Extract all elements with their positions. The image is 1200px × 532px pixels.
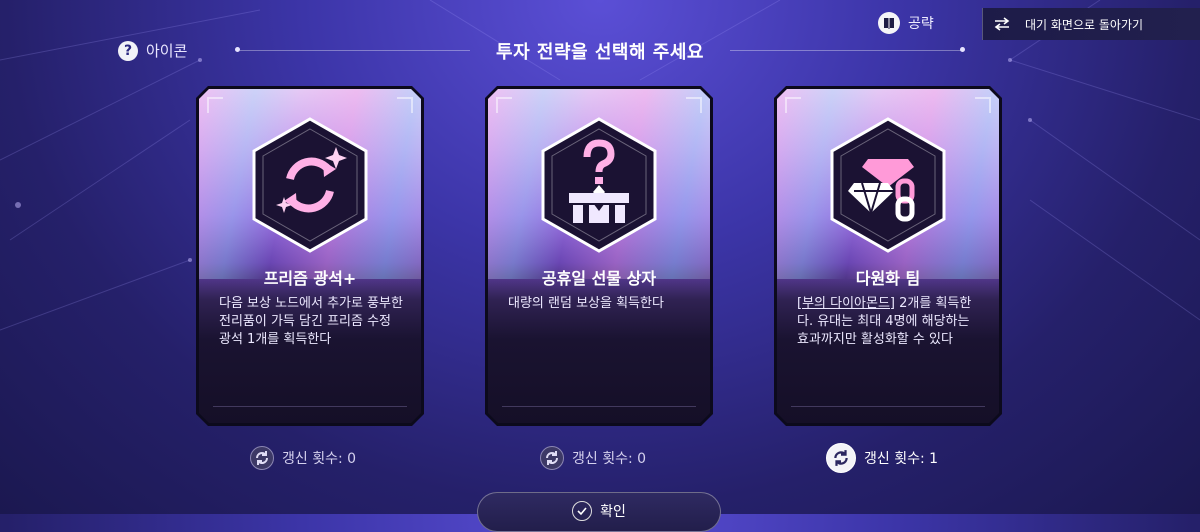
strategy-card-prism-ore[interactable]: 프리즘 광석+ 다음 보상 노드에서 추가로 풍부한 전리품이 가득 담긴 프리…	[196, 86, 424, 426]
question-icon: ?	[118, 40, 138, 61]
page-title: 투자 전략을 선택해 주세요	[496, 42, 704, 63]
title-divider-left	[240, 50, 470, 51]
refresh-icon	[826, 443, 856, 473]
card-title: 프리즘 광석+	[263, 269, 357, 288]
title-dot-left	[235, 47, 240, 52]
title-divider-right	[730, 50, 962, 51]
strategy-card-gift-box[interactable]: 공휴일 선물 상자 대량의 랜덤 보상을 획득한다	[485, 86, 713, 426]
help-label: 아이콘	[146, 42, 188, 60]
prism-refresh-icon	[250, 117, 370, 253]
card-description: 다음 보상 노드에서 추가로 풍부한 전리품이 가득 담긴 프리즘 수정 광석 …	[219, 296, 403, 347]
card-title: 공휴일 선물 상자	[541, 269, 657, 288]
confirm-label: 확인	[600, 504, 626, 520]
back-to-lobby-button[interactable]: 대기 화면으로 돌아가기	[982, 8, 1200, 40]
help-button[interactable]: ? 아이콘	[118, 40, 187, 61]
refresh-count-card-2[interactable]: 갱신 횟수: 0	[540, 446, 646, 470]
refresh-count-card-1[interactable]: 갱신 횟수: 0	[250, 446, 356, 470]
title-dot-right	[960, 47, 965, 52]
card-title: 다원화 팀	[855, 269, 921, 288]
diamond-chain-icon	[828, 117, 948, 253]
guide-book-icon	[878, 12, 900, 34]
refresh-count-card-3[interactable]: 갱신 횟수: 1	[826, 443, 938, 473]
swap-arrows-icon	[994, 17, 1010, 31]
guide-label: 공략	[908, 16, 934, 32]
back-label: 대기 화면으로 돌아가기	[1025, 17, 1144, 32]
refresh-icon	[540, 446, 564, 470]
strategy-card-diverse-team[interactable]: 다원화 팀 [부의 다이아몬드] 2개를 획득한다. 유대는 최대 4명에 해당…	[774, 86, 1002, 426]
card-description: 대량의 랜덤 보상을 획득한다	[508, 296, 664, 311]
confirm-button[interactable]: 확인	[477, 492, 721, 532]
refresh-count-label: 갱신 횟수: 0	[572, 451, 647, 467]
refresh-icon	[250, 446, 274, 470]
guide-button[interactable]: 공략	[878, 12, 934, 34]
card-description: [부의 다이아몬드] 2개를 획득한다. 유대는 최대 4명에 해당하는 효과까…	[797, 295, 983, 349]
check-icon	[572, 501, 593, 521]
refresh-count-label: 갱신 횟수: 1	[864, 451, 939, 467]
refresh-count-label: 갱신 횟수: 0	[282, 451, 357, 467]
mystery-gift-box-icon	[539, 117, 659, 253]
wealth-diamond-link: [부의 다이아몬드]	[797, 296, 895, 311]
